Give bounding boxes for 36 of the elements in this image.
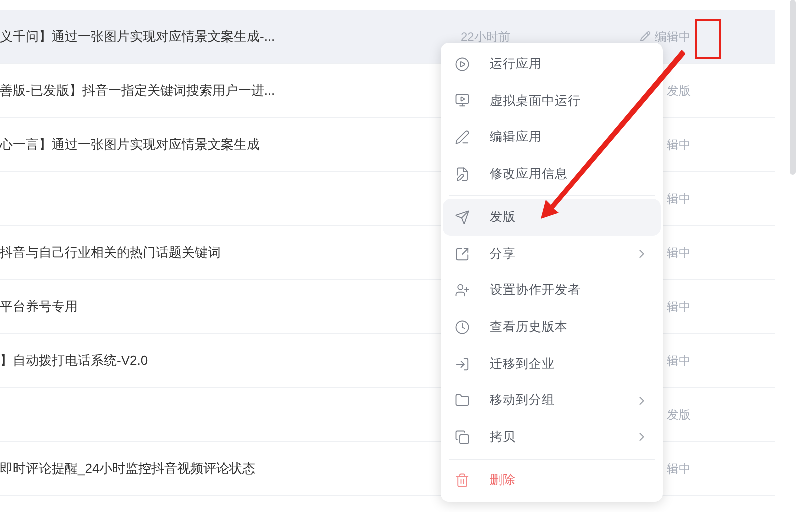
send-icon: [455, 210, 470, 226]
status-text: 辑中: [667, 190, 691, 208]
share-icon: [455, 246, 470, 262]
menu-item[interactable]: 编辑应用: [443, 119, 661, 156]
monitor-icon: [455, 93, 470, 108]
status-text: 发版: [667, 406, 691, 424]
status-text: 辑中: [667, 244, 691, 262]
app-title: 抖音与自己行业相关的热门话题关键词: [0, 244, 221, 260]
menu-item[interactable]: 分享: [443, 236, 661, 273]
trash-icon: [455, 473, 470, 488]
status-text: 编辑中: [655, 28, 691, 46]
menu-item[interactable]: 虚拟桌面中运行: [443, 82, 661, 120]
scrollbar[interactable]: [790, 0, 796, 175]
app-title: 善版-已发版】抖音一指定关键词搜索用户一进...: [0, 82, 276, 98]
folder-icon: [455, 393, 470, 408]
play-icon: [455, 56, 470, 72]
app-title: 即时评论提醒_24小时监控抖音视频评论状态: [0, 460, 256, 476]
status-text: 辑中: [667, 352, 691, 370]
menu-item[interactable]: 发版: [443, 199, 661, 236]
time-text: 22小时前: [461, 30, 510, 44]
document-edit-icon: [455, 166, 470, 182]
app-title: 平台养号专用: [0, 298, 78, 314]
clock-icon: [455, 320, 470, 335]
status-text: 辑中: [667, 298, 691, 316]
copy-icon: [455, 430, 470, 445]
app-title: 】自动拨打电话系统-V2.0: [0, 352, 148, 368]
status-text: 辑中: [667, 460, 691, 478]
highlight-rectangle: [695, 19, 721, 59]
menu-item[interactable]: 迁移到企业: [443, 346, 661, 382]
pen-icon: [455, 130, 470, 145]
add-user-icon: [455, 283, 470, 298]
app-title: 心一言】通过一张图片实现对应情景文案生成: [0, 136, 260, 152]
status-text: 发版: [667, 82, 691, 100]
status-text: 辑中: [667, 136, 691, 154]
move-in-icon: [455, 356, 470, 372]
app-title: 义千问】通过一张图片实现对应情景文案生成-...: [0, 28, 276, 44]
